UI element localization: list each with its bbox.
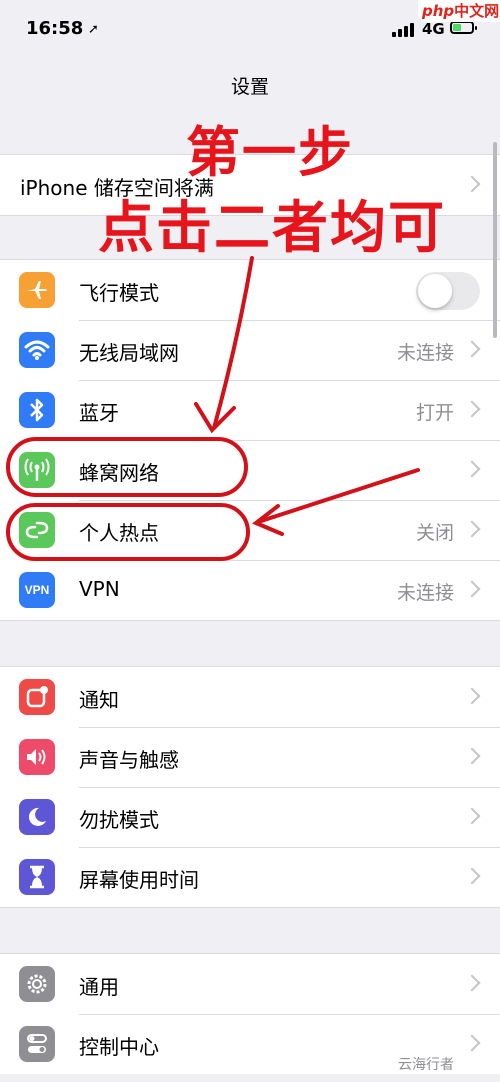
chevron-right-icon [463,807,481,825]
chevron-right-icon [463,460,481,478]
battery-icon [450,21,477,34]
highlight-ring-hotspot [6,503,250,561]
sounds-row[interactable]: 声音与触感 [0,727,500,787]
airplane-mode-label: 飞行模式 [79,281,159,305]
hotspot-status: 关闭 [415,522,454,544]
status-time: 16:58 [26,18,84,39]
location-arrow-icon: ➚ [88,22,99,37]
screen-time-row[interactable]: 屏幕使用时间 [0,847,500,907]
wifi-icon [19,332,55,368]
chevron-right-icon [463,1034,481,1052]
sounds-label: 声音与触感 [79,748,179,772]
watermark-author: 云海行者 [398,1057,454,1073]
do-not-disturb-label: 勿扰模式 [79,808,159,832]
speaker-icon [19,739,55,775]
scrollbar[interactable] [493,142,497,338]
notifications-label: 通知 [79,688,119,712]
airplane-mode-toggle[interactable] [416,272,480,310]
vpn-status: 未连接 [396,582,454,604]
screen-time-label: 屏幕使用时间 [79,868,199,892]
bluetooth-icon [19,392,55,428]
wifi-status: 未连接 [396,342,454,364]
general-row[interactable]: 通用 [0,954,500,1014]
chevron-right-icon [463,687,481,705]
airplane-icon [19,272,55,308]
vpn-row[interactable]: VPN VPN 未连接 [0,560,500,620]
annotation-step-title: 第一步 [186,121,354,184]
toggles-icon [19,1026,55,1062]
chevron-right-icon [463,340,481,358]
page-title: 设置 [230,76,269,98]
notifications-row[interactable]: 通知 [0,667,500,727]
highlight-ring-cellular [6,437,248,497]
moon-icon [19,799,55,835]
wifi-row[interactable]: 无线局域网 未连接 [0,320,500,380]
bluetooth-status: 打开 [415,402,454,424]
notification-icon [19,679,55,715]
annotation-instruction: 点击二者均可 [98,196,446,261]
vpn-label: VPN [79,577,120,601]
vpn-icon: VPN [19,572,55,608]
control-center-label: 控制中心 [79,1035,159,1059]
chevron-right-icon [463,747,481,765]
chevron-right-icon [463,580,481,598]
general-label: 通用 [79,975,119,999]
bluetooth-label: 蓝牙 [79,401,119,425]
wifi-label: 无线局域网 [79,341,179,365]
airplane-mode-row: 飞行模式 [0,260,500,320]
notification-group: 通知 声音与触感 勿扰模式 屏幕使用时间 [0,666,500,908]
chevron-right-icon [463,175,481,193]
chevron-right-icon [463,400,481,418]
do-not-disturb-row[interactable]: 勿扰模式 [0,787,500,847]
chevron-right-icon [463,974,481,992]
chevron-right-icon [463,867,481,885]
network-type: 4G [422,20,445,38]
gear-icon [19,966,55,1002]
signal-icon [392,23,416,37]
bluetooth-row[interactable]: 蓝牙 打开 [0,380,500,440]
hourglass-icon [19,859,55,895]
watermark-logo: php中文网 [418,0,500,22]
chevron-right-icon [463,520,481,538]
